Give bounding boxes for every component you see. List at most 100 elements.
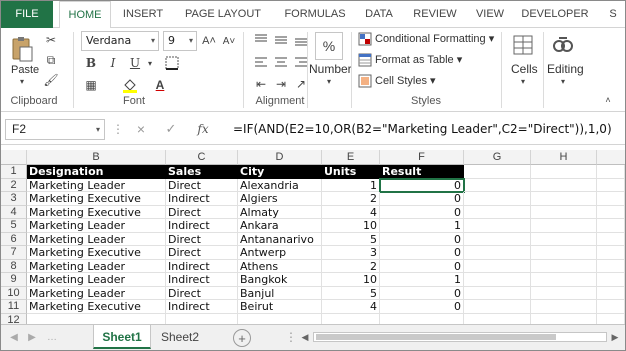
empty-cell[interactable] <box>531 246 597 260</box>
table-cell[interactable]: 0 <box>380 232 464 246</box>
row-header[interactable]: 1 <box>1 165 27 179</box>
tab-home[interactable]: HOME <box>59 1 111 29</box>
empty-cell[interactable] <box>531 259 597 273</box>
font-size-select[interactable]: 9 ▾ <box>163 31 197 51</box>
tab-insert[interactable]: INSERT <box>115 1 171 28</box>
empty-cell[interactable] <box>464 178 531 192</box>
tab-data[interactable]: DATA <box>357 1 401 28</box>
empty-cell[interactable] <box>531 300 597 314</box>
table-cell[interactable]: 0 <box>380 192 464 206</box>
row-header[interactable]: 11 <box>1 300 27 314</box>
table-cell[interactable]: 1 <box>322 178 380 192</box>
table-cell[interactable]: Beirut <box>238 300 322 314</box>
table-cell[interactable]: 0 <box>380 286 464 300</box>
scroll-right-icon[interactable]: ▶ <box>25 329 39 345</box>
table-cell[interactable]: 5 <box>322 232 380 246</box>
paste-dropdown-icon[interactable]: ▾ <box>15 76 29 86</box>
copy-icon[interactable]: ⧉ <box>43 52 59 68</box>
table-header-cell[interactable]: City <box>238 165 322 179</box>
empty-cell[interactable] <box>531 205 597 219</box>
cut-icon[interactable]: ✂ <box>43 32 59 48</box>
table-cell[interactable]: Marketing Leader <box>27 178 166 192</box>
selected-cell-f2[interactable]: 0 <box>379 177 465 193</box>
table-cell[interactable]: Indirect <box>166 273 238 287</box>
chevron-down-icon[interactable]: ▾ <box>517 76 529 86</box>
table-cell[interactable]: Antananarivo <box>238 232 322 246</box>
empty-cell[interactable] <box>597 219 625 233</box>
table-cell[interactable]: Marketing Leader <box>27 286 166 300</box>
empty-cell[interactable] <box>531 219 597 233</box>
table-cell[interactable]: 3 <box>322 246 380 260</box>
table-cell[interactable]: 0 <box>380 300 464 314</box>
empty-cell[interactable] <box>464 300 531 314</box>
align-center-icon[interactable] <box>273 54 289 70</box>
table-cell[interactable]: Indirect <box>166 259 238 273</box>
col-header-e[interactable]: E <box>322 150 380 165</box>
decrease-font-icon[interactable]: A˅ <box>221 32 237 50</box>
empty-cell[interactable] <box>597 192 625 206</box>
table-cell[interactable]: Ankara <box>238 219 322 233</box>
chevron-down-icon[interactable]: ▾ <box>323 76 335 86</box>
table-cell[interactable]: 4 <box>322 205 380 219</box>
name-box[interactable]: F2 ▾ <box>5 119 105 140</box>
table-cell[interactable]: 0 <box>380 246 464 260</box>
row-header[interactable]: 2 <box>1 178 27 192</box>
hscroll-right-icon[interactable]: ▶ <box>609 331 621 343</box>
empty-cell[interactable] <box>531 165 597 179</box>
row-header[interactable]: 7 <box>1 246 27 260</box>
table-cell[interactable]: Direct <box>166 178 238 192</box>
empty-cell[interactable] <box>597 259 625 273</box>
cells-button[interactable]: Cells <box>511 62 538 76</box>
table-cell[interactable]: Athens <box>238 259 322 273</box>
format-painter-icon[interactable]: 🖌 <box>43 72 59 88</box>
align-top-icon[interactable] <box>253 32 269 48</box>
paste-button[interactable]: Paste <box>11 64 39 76</box>
more-sheets-icon[interactable]: … <box>45 329 59 345</box>
editing-button[interactable]: Editing <box>547 62 584 76</box>
empty-cell[interactable] <box>531 232 597 246</box>
empty-cell[interactable] <box>597 178 625 192</box>
table-cell[interactable]: Indirect <box>166 192 238 206</box>
number-format-button[interactable]: Number <box>309 62 352 76</box>
tab-page-layout[interactable]: PAGE LAYOUT <box>177 1 269 28</box>
empty-cell[interactable] <box>464 192 531 206</box>
add-sheet-button[interactable]: + <box>233 329 251 347</box>
fill-color-icon[interactable] <box>121 76 139 94</box>
table-cell[interactable]: Marketing Leader <box>27 259 166 273</box>
scroll-left-icon[interactable]: ◀ <box>7 329 21 345</box>
table-cell[interactable]: Direct <box>166 232 238 246</box>
row-header[interactable]: 3 <box>1 192 27 206</box>
row-header[interactable]: 8 <box>1 259 27 273</box>
empty-cell[interactable] <box>464 219 531 233</box>
table-cell[interactable]: 10 <box>322 219 380 233</box>
row-header[interactable]: 10 <box>1 286 27 300</box>
table-cell[interactable]: Direct <box>166 205 238 219</box>
insert-function-icon[interactable]: fx <box>195 121 211 137</box>
chevron-down-icon[interactable]: ▾ <box>145 54 155 72</box>
table-cell[interactable]: Marketing Leader <box>27 219 166 233</box>
empty-cell[interactable] <box>464 205 531 219</box>
select-all-corner[interactable] <box>1 150 27 165</box>
enter-icon[interactable]: ✓ <box>163 121 179 137</box>
empty-cell[interactable] <box>531 192 597 206</box>
conditional-formatting-button[interactable]: Conditional Formatting ▾ <box>375 32 494 45</box>
decrease-indent-icon[interactable]: ⇤ <box>253 76 269 92</box>
increase-indent-icon[interactable]: ⇥ <box>273 76 289 92</box>
empty-cell[interactable] <box>597 165 625 179</box>
empty-cell[interactable] <box>464 232 531 246</box>
empty-cell[interactable] <box>597 273 625 287</box>
empty-cell[interactable] <box>597 205 625 219</box>
table-cell[interactable]: 0 <box>380 205 464 219</box>
font-color-button[interactable]: A <box>151 76 169 94</box>
bold-button[interactable]: B <box>83 54 99 72</box>
table-cell[interactable]: Marketing Executive <box>27 192 166 206</box>
italic-button[interactable]: I <box>105 54 121 72</box>
empty-cell[interactable] <box>597 286 625 300</box>
collapse-ribbon-icon[interactable]: ˄ <box>601 94 615 106</box>
table-cell[interactable]: Marketing Leader <box>27 232 166 246</box>
table-cell[interactable]: 10 <box>322 273 380 287</box>
table-header-cell[interactable]: Designation <box>27 165 166 179</box>
empty-cell[interactable] <box>464 273 531 287</box>
col-header-g[interactable]: G <box>464 150 531 165</box>
table-cell[interactable]: Indirect <box>166 300 238 314</box>
